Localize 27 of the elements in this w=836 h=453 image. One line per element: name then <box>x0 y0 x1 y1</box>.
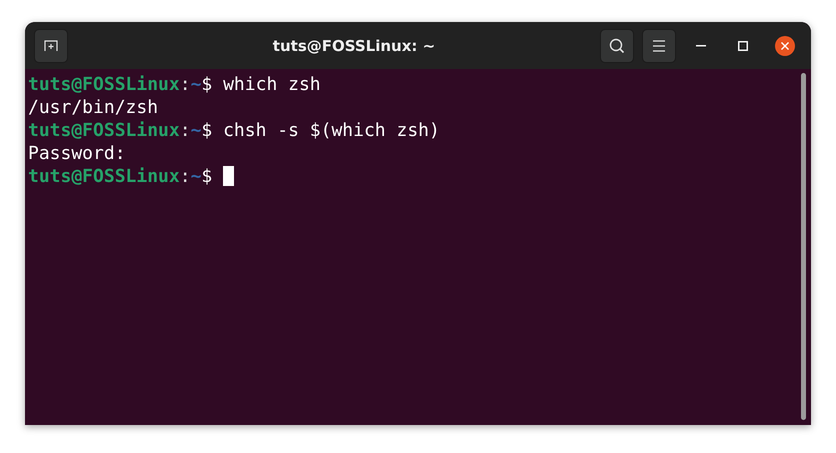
command-text: chsh -s $(which zsh) <box>223 120 440 141</box>
search-button[interactable] <box>600 28 634 62</box>
scrollbar[interactable] <box>801 73 806 420</box>
menu-icon <box>652 40 666 52</box>
new-tab-icon <box>44 40 58 52</box>
output-text: Password: <box>28 143 126 164</box>
prompt-symbol: $ <box>201 74 212 95</box>
prompt-separator: : <box>180 74 191 95</box>
window-title: tuts@FOSSLinux: ~ <box>272 36 436 54</box>
prompt-user-host: tuts@FOSSLinux <box>28 74 180 95</box>
prompt-separator: : <box>180 166 191 187</box>
search-icon <box>609 38 625 54</box>
prompt-separator: : <box>180 120 191 141</box>
close-icon <box>775 36 795 56</box>
prompt-symbol: $ <box>201 120 212 141</box>
prompt-path: ~ <box>190 166 202 187</box>
prompt-symbol: $ <box>201 166 212 187</box>
menu-button[interactable] <box>642 28 676 62</box>
prompt-path: ~ <box>190 120 202 141</box>
new-tab-button[interactable] <box>34 28 68 62</box>
command-text: which zsh <box>223 74 321 95</box>
prompt-user-host: tuts@FOSSLinux <box>28 166 180 187</box>
prompt-user-host: tuts@FOSSLinux <box>28 120 180 141</box>
prompt-path: ~ <box>190 74 202 95</box>
minimize-icon <box>696 44 706 46</box>
maximize-icon <box>738 40 748 50</box>
output-text: /usr/bin/zsh <box>28 97 158 118</box>
